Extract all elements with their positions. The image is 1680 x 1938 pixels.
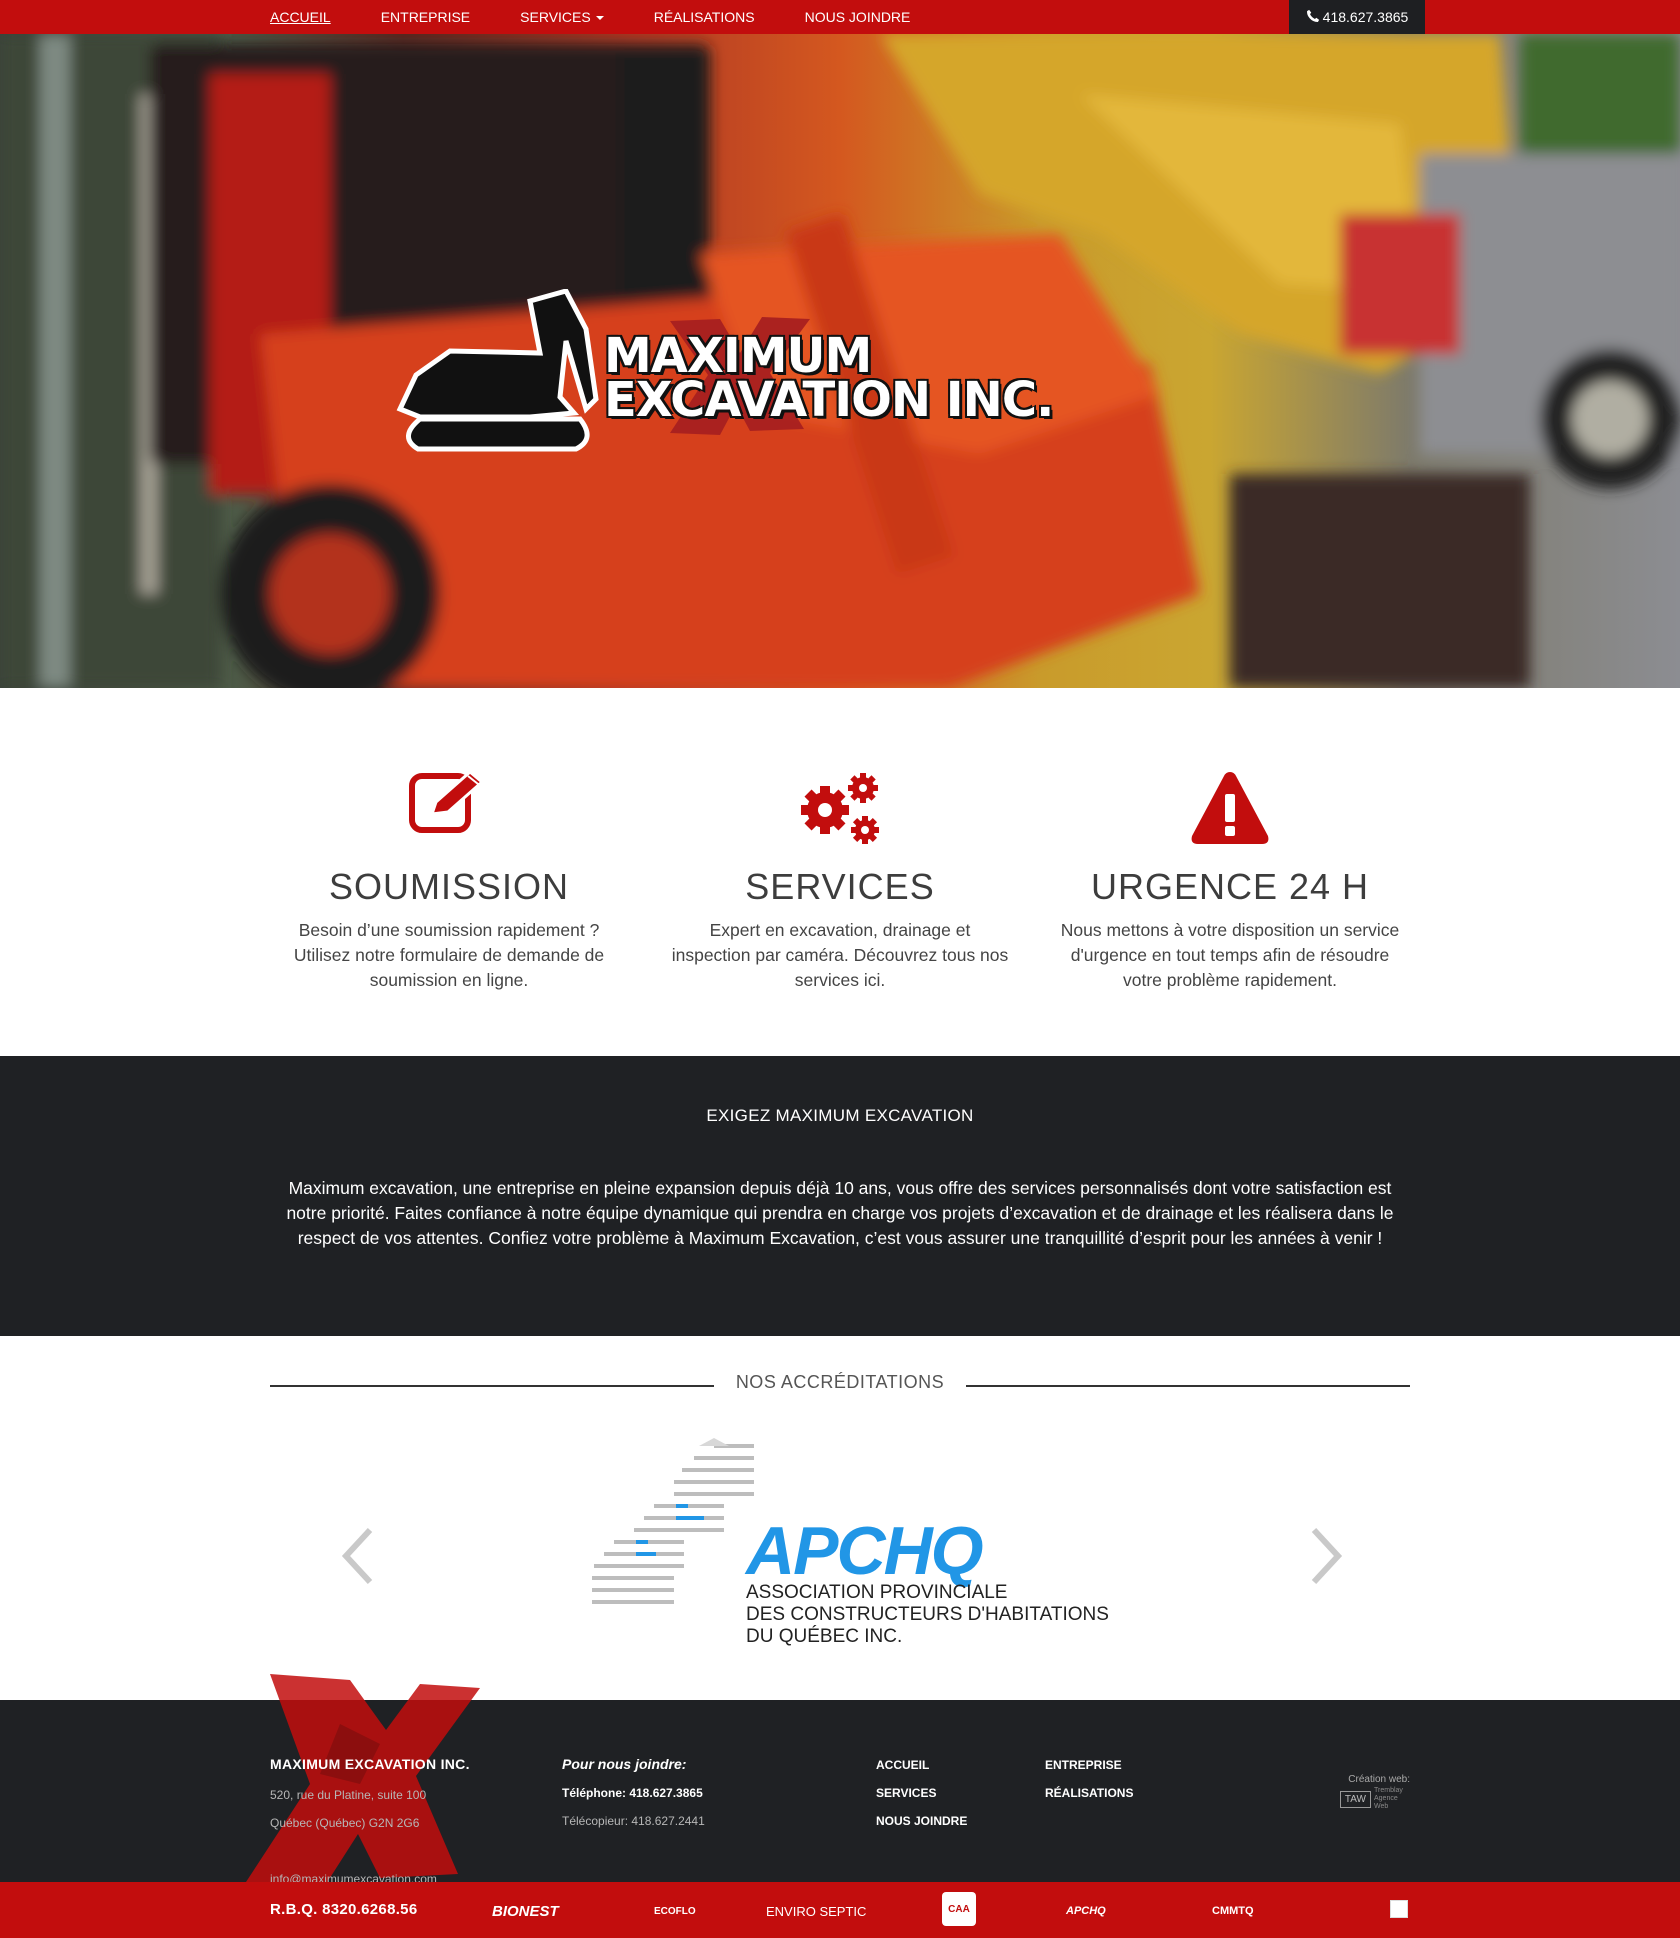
phone-number: 418.627.3865 bbox=[1322, 9, 1409, 25]
phone-icon bbox=[1306, 1, 1320, 35]
caret-down-icon bbox=[595, 16, 604, 21]
gears-icon bbox=[665, 768, 1015, 850]
partner-envirosepticlogo[interactable]: ENVIRO SEPTIC bbox=[766, 1896, 866, 1926]
nav-accueil[interactable]: ACCUEIL bbox=[270, 0, 331, 34]
chevron-right-icon bbox=[1311, 1527, 1343, 1585]
top-navigation: ACCUEIL ENTREPRISE SERVICES RÉALISATIONS… bbox=[0, 0, 1680, 34]
nav-nous-joindre[interactable]: NOUS JOINDRE bbox=[805, 0, 911, 34]
footer-phone[interactable]: Téléphone: 418.627.3865 bbox=[562, 1786, 705, 1800]
nav-entreprise[interactable]: ENTREPRISE bbox=[381, 0, 470, 34]
taw-tagline: Tremblay Agence Web bbox=[1374, 1787, 1403, 1810]
taw-mark: TAW bbox=[1339, 1790, 1371, 1808]
footer-company-block: MAXIMUM EXCAVATION INC. 520, rue du Plat… bbox=[270, 1756, 470, 1886]
partner-ecoflo-logo[interactable]: ECOFLO bbox=[654, 1896, 696, 1926]
taw-logo: TAW Tremblay Agence Web bbox=[1336, 1787, 1410, 1811]
apchq-line-1: ASSOCIATION PROVINCIALE bbox=[746, 1582, 1008, 1603]
footer-link-accueil[interactable]: ACCUEIL bbox=[876, 1758, 967, 1772]
footer-link-realisations[interactable]: RÉALISATIONS bbox=[1045, 1786, 1133, 1800]
footer-contact-block: Pour nous joindre: Téléphone: 418.627.38… bbox=[562, 1756, 705, 1828]
footer-company-name: MAXIMUM EXCAVATION INC. bbox=[270, 1756, 470, 1772]
feature-title: SOUMISSION bbox=[328, 866, 570, 907]
nav-services-label: SERVICES bbox=[520, 9, 591, 25]
apchq-description: ASSOCIATION PROVINCIALE DES CONSTRUCTEUR… bbox=[746, 1582, 1109, 1648]
footer-link-entreprise[interactable]: ENTREPRISE bbox=[1045, 1758, 1133, 1772]
footer: MAXIMUM EXCAVATION INC. 520, rue du Plat… bbox=[0, 1674, 1680, 1886]
partner-bionest-logo[interactable]: BIONEST bbox=[492, 1896, 559, 1926]
feature-services[interactable]: SERVICES Expert en excavation, drainage … bbox=[665, 768, 1015, 993]
main-menu: ACCUEIL ENTREPRISE SERVICES RÉALISATIONS… bbox=[270, 0, 960, 34]
footer-link-nous-joindre[interactable]: NOUS JOINDRE bbox=[876, 1814, 967, 1828]
nav-services[interactable]: SERVICES bbox=[520, 0, 604, 34]
logo-line-2: EXCAVATION INC. bbox=[604, 372, 1054, 428]
apchq-house-logo bbox=[592, 1438, 754, 1604]
partner-cmmtq-logo[interactable]: CMMTQ bbox=[1212, 1896, 1254, 1926]
carousel-next-button[interactable] bbox=[1296, 1516, 1356, 1596]
nav-realisations[interactable]: RÉALISATIONS bbox=[654, 0, 755, 34]
accreditations-section: NOS ACCRÉDITATIONS APCHQ ASSOCIATION PRO… bbox=[0, 1336, 1680, 1700]
feature-title: SERVICES bbox=[745, 866, 935, 907]
heading-divider-right bbox=[966, 1385, 1410, 1387]
broken-image-icon bbox=[1390, 1900, 1408, 1918]
footer-fax: Télécopieur: 418.627.2441 bbox=[562, 1814, 705, 1828]
heading-divider-left bbox=[270, 1385, 714, 1387]
features-section: SOUMISSION Besoin d’une soumission rapid… bbox=[0, 688, 1680, 1056]
warning-icon bbox=[1055, 768, 1405, 850]
feature-urgence[interactable]: URGENCE 24 H Nous mettons à votre dispos… bbox=[1055, 768, 1405, 993]
web-credit[interactable]: Création web: TAW Tremblay Agence Web bbox=[1336, 1774, 1410, 1811]
footer-links-col-1: ACCUEIL SERVICES NOUS JOINDRE bbox=[876, 1758, 967, 1842]
about-text: Maximum excavation, une entreprise en pl… bbox=[286, 1178, 1394, 1248]
apchq-name: APCHQ bbox=[746, 1513, 984, 1589]
footer-link-services[interactable]: SERVICES bbox=[876, 1786, 967, 1800]
chevron-left-icon bbox=[341, 1527, 373, 1585]
partner-caa-logo[interactable]: CAA bbox=[942, 1892, 976, 1926]
footer-address-2: Québec (Québec) G2N 2G6 bbox=[270, 1816, 420, 1830]
feature-soumission[interactable]: SOUMISSION Besoin d’une soumission rapid… bbox=[274, 768, 624, 993]
edit-icon bbox=[274, 768, 624, 850]
apchq-line-3: DU QUÉBEC INC. bbox=[746, 1626, 903, 1647]
footer-contact-label: Pour nous joindre: bbox=[562, 1756, 687, 1772]
feature-text: Besoin d’une soumission rapidement ? Uti… bbox=[293, 920, 605, 990]
feature-text: Expert en excavation, drainage et inspec… bbox=[671, 920, 1009, 990]
accreditation-bar: R.B.Q. 8320.6268.56 BIONEST ECOFLO ENVIR… bbox=[0, 1882, 1680, 1938]
logo-text: MAXIMUM EXCAVATION INC. bbox=[604, 332, 1054, 428]
web-credit-label: Création web: bbox=[1348, 1774, 1410, 1785]
carousel-prev-button[interactable] bbox=[328, 1516, 388, 1596]
apchq-line-2: DES CONSTRUCTEURS D'HABITATIONS bbox=[746, 1604, 1109, 1625]
phone-button[interactable]: 418.627.3865 bbox=[1289, 0, 1425, 34]
rbq-license: R.B.Q. 8320.6268.56 bbox=[270, 1901, 418, 1918]
feature-title: URGENCE 24 H bbox=[1090, 866, 1370, 907]
accreditations-heading: NOS ACCRÉDITATIONS bbox=[735, 1372, 945, 1392]
about-heading: EXIGEZ MAXIMUM EXCAVATION bbox=[706, 1106, 974, 1125]
footer-links-col-2: ENTREPRISE RÉALISATIONS bbox=[1045, 1758, 1133, 1814]
hero-banner: MAXIMUM EXCAVATION INC. bbox=[0, 34, 1680, 688]
footer-address-1: 520, rue du Platine, suite 100 bbox=[270, 1788, 427, 1802]
about-section: EXIGEZ MAXIMUM EXCAVATION Maximum excava… bbox=[0, 1056, 1680, 1336]
feature-text: Nous mettons à votre disposition un serv… bbox=[1060, 920, 1400, 990]
partner-apchq-logo[interactable]: APCHQ bbox=[1066, 1896, 1106, 1926]
